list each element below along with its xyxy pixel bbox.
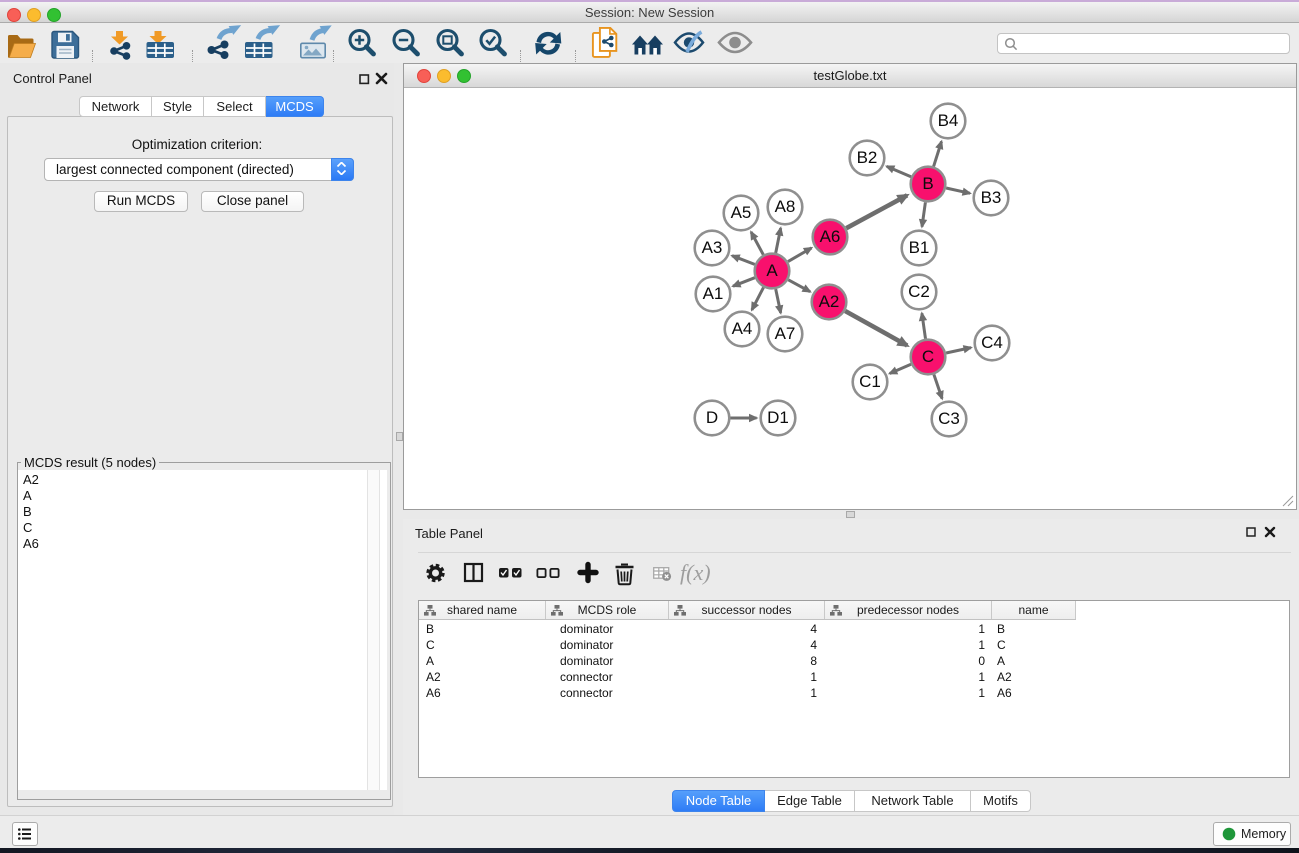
svg-text:A5: A5 — [731, 203, 752, 222]
svg-text:D: D — [706, 408, 718, 427]
svg-text:f(x): f(x) — [680, 560, 711, 585]
svg-text:B4: B4 — [938, 111, 959, 130]
svg-text:A7: A7 — [775, 324, 796, 343]
svg-text:A4: A4 — [732, 319, 753, 338]
svg-text:C1: C1 — [859, 372, 881, 391]
svg-text:B1: B1 — [909, 238, 930, 257]
svg-text:A2: A2 — [819, 292, 840, 311]
svg-text:B: B — [922, 174, 933, 193]
svg-text:A: A — [766, 261, 778, 280]
svg-text:B3: B3 — [981, 188, 1002, 207]
svg-text:A1: A1 — [703, 284, 724, 303]
svg-text:D1: D1 — [767, 408, 789, 427]
svg-text:C: C — [922, 347, 934, 366]
svg-text:B2: B2 — [857, 148, 878, 167]
svg-text:A8: A8 — [775, 197, 796, 216]
svg-text:C4: C4 — [981, 333, 1003, 352]
svg-text:A3: A3 — [702, 238, 723, 257]
svg-text:C3: C3 — [938, 409, 960, 428]
svg-text:A6: A6 — [820, 227, 841, 246]
svg-text:C2: C2 — [908, 282, 930, 301]
